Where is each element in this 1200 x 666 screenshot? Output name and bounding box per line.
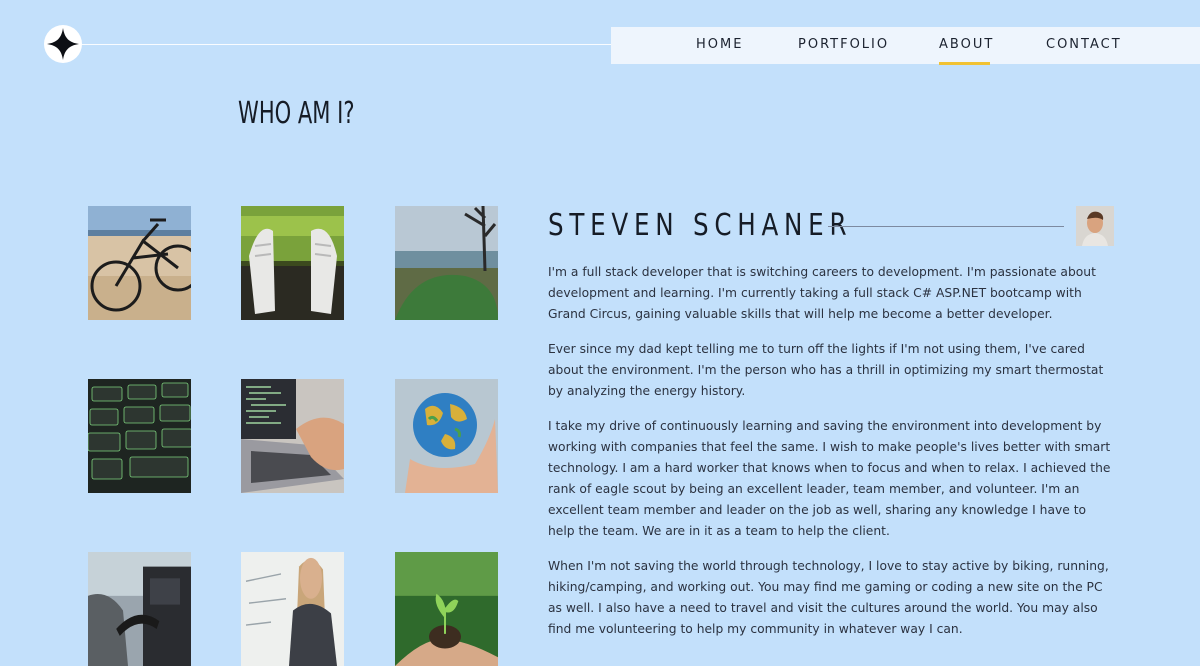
nav-portfolio[interactable]: PORTFOLIO: [798, 37, 889, 52]
header-divider: [82, 44, 642, 45]
photo-sneakers-grass: [241, 206, 344, 320]
main-nav: HOME PORTFOLIO ABOUT CONTACT: [611, 27, 1200, 65]
bio: I'm a full stack developer that is switc…: [548, 262, 1114, 654]
name-divider: [828, 226, 1064, 227]
bio-paragraph: I take my drive of continuously learning…: [548, 419, 1111, 538]
photo-globe-hand: [395, 379, 498, 493]
nav-contact[interactable]: CONTACT: [1046, 37, 1122, 52]
profile-name: STEVEN SCHANER: [548, 208, 853, 243]
bio-paragraph: I'm a full stack developer that is switc…: [548, 265, 1096, 321]
avatar: [1076, 206, 1114, 246]
photo-woman-whiteboard: [241, 552, 344, 666]
nav-active-indicator: [939, 62, 990, 65]
profile-photo-icon: [1076, 206, 1114, 246]
nav-about[interactable]: ABOUT: [939, 37, 994, 52]
bio-paragraph: When I'm not saving the world through te…: [548, 559, 1109, 636]
photo-bicycle-beach: [88, 206, 191, 320]
bio-paragraph: Ever since my dad kept telling me to tur…: [548, 342, 1104, 398]
photo-tent-lake: [395, 206, 498, 320]
photo-laptop-coding: [241, 379, 344, 493]
photo-seedling-hands: [395, 552, 498, 666]
page-title: WHO AM I?: [238, 96, 355, 131]
photo-ev-charger: [88, 552, 191, 666]
photo-backlit-keyboard: [88, 379, 191, 493]
logo[interactable]: [44, 25, 82, 63]
four-point-star-icon: [47, 28, 79, 60]
nav-home[interactable]: HOME: [696, 37, 743, 52]
